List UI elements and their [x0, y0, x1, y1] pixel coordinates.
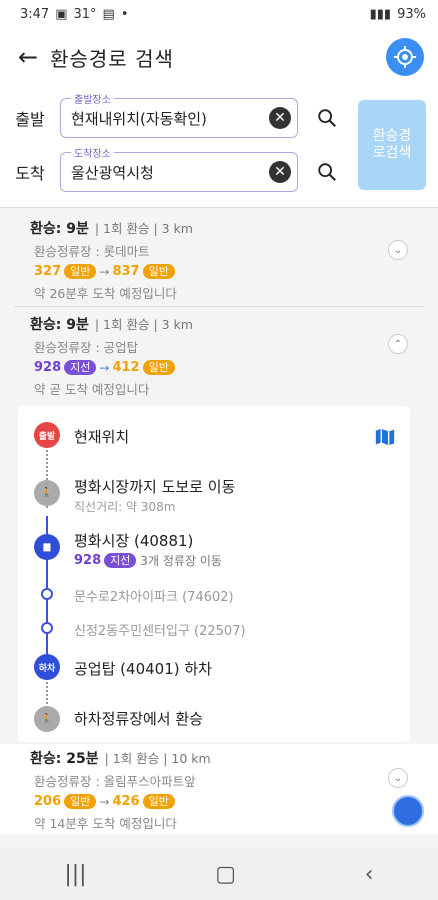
route-head: 환승: 25분 | 1회 환승 | 10 km [0, 744, 438, 768]
origin-name: 현재위치 [74, 428, 130, 446]
alight-badge: 하차 [38, 663, 56, 674]
route-card[interactable]: 환승: 25분 | 1회 환승 | 10 km 환승정류장 : 올림푸스아파트앞 … [0, 744, 438, 834]
route-list[interactable]: 환승: 9분 | 1회 환승 | 3 km 환승정류장 : 롯데마트 327 일반… [0, 208, 438, 848]
back-arrow-icon[interactable]: ← [18, 43, 38, 71]
search-panel: 출발 출발장소 현재내위치(자동확인) ✕ 도착 도착장소 울산광역시청 ✕ 환… [0, 86, 438, 208]
gallery-icon: ▣ [55, 6, 68, 22]
route-meta: | 1회 환승 | 10 km [104, 751, 211, 766]
transfer-stop: 환승정류장 : 공업탑 [34, 340, 139, 355]
route-time: 환승: 9분 [30, 317, 89, 333]
stops-count: 3개 정류장 이동 [140, 554, 222, 568]
bus-line: 327 일반 → 837 일반 [0, 263, 438, 280]
bus-number: 837 [112, 264, 140, 279]
signal-icon: ▮▮▮ [369, 6, 392, 22]
home-icon[interactable]: ▢ [215, 862, 236, 887]
stop-node [41, 588, 53, 600]
bus-type-badge: 일반 [142, 264, 175, 279]
expand-chevron-icon[interactable]: ⌄ [388, 768, 408, 788]
clear-origin-icon[interactable]: ✕ [269, 107, 291, 129]
status-bar: 3:47 ▣ 31° ▤ • ▮▮▮ 93% [0, 0, 438, 28]
bus-type-badge: 일반 [64, 794, 97, 809]
arrow-right-icon: → [99, 264, 110, 279]
bus-line: 206 일반 → 426 일반 [0, 793, 438, 810]
bus-number: 206 [34, 794, 62, 809]
map-icon[interactable] [374, 426, 396, 448]
notification-icon: ▤ [102, 6, 115, 22]
transfer-instruction: 하차정류장에서 환승 [74, 710, 203, 728]
crosshair-icon [394, 46, 416, 68]
transfer-stop: 환승정류장 : 롯데마트 [34, 244, 150, 259]
app-header: ← 환승경로 검색 [0, 28, 438, 86]
bus-type-badge: 일반 [142, 794, 175, 809]
destination-value: 울산광역시청 [71, 163, 154, 182]
eta-text: 약 14분후 도착 예정입니다 [34, 816, 177, 831]
walk-icon: 🚶 [34, 480, 60, 506]
route-time: 환승: 25분 [30, 751, 99, 767]
route-detail-panel: 출발 현재위치 🚶 평화시장까지 도보로 이동 직선거리: 약 308m ▆ 평… [18, 406, 410, 742]
clock: 3:47 [20, 6, 50, 22]
bus-number: 327 [34, 264, 62, 279]
bus-type-badge: 지선 [104, 553, 137, 568]
destination-row: 도착 도착장소 울산광역시청 ✕ [0, 145, 338, 192]
search-destination-icon[interactable] [316, 161, 338, 183]
boarding-bus-info: 928 지선 3개 정류장 이동 [74, 552, 222, 569]
origin-value: 현재내위치(자동확인) [71, 109, 207, 128]
origin-field-label: 출발장소 [71, 91, 114, 106]
bus-number: 928 [74, 553, 102, 568]
transfer-stop: 환승정류장 : 올림푸스아파트앞 [34, 774, 196, 789]
collapse-chevron-icon[interactable]: ⌃ [388, 334, 408, 354]
origin-label: 출발 [15, 110, 45, 129]
bus-number: 412 [112, 360, 140, 375]
route-head: 환승: 9분 | 1회 환승 | 3 km [0, 314, 438, 334]
page-title: 환승경로 검색 [50, 46, 174, 71]
route-card[interactable]: 환승: 9분 | 1회 환승 | 3 km 환승정류장 : 롯데마트 327 일반… [0, 218, 438, 308]
eta-text: 약 26분후 도착 예정입니다 [34, 286, 177, 301]
back-nav-icon[interactable]: ‹ [365, 862, 374, 887]
arrow-right-icon: → [99, 794, 110, 809]
bus-type-badge: 일반 [64, 264, 97, 279]
walk-instruction: 평화시장까지 도보로 이동 [74, 478, 236, 496]
route-time: 환승: 9분 [30, 221, 89, 237]
route-card[interactable]: 환승: 9분 | 1회 환승 | 3 km 환승정류장 : 공업탑 928 지선 … [0, 314, 438, 404]
bus-line: 928 지선 → 412 일반 [0, 359, 438, 376]
origin-badge: 출발 [38, 431, 56, 442]
alight-badge-icon: 하차 [34, 654, 60, 680]
stop-node [41, 622, 53, 634]
origin-pin-icon: 출발 [34, 422, 60, 448]
recent-apps-icon[interactable]: ||| [64, 862, 86, 887]
bus-icon: ▆ [34, 534, 60, 560]
route-meta: | 1회 환승 | 3 km [94, 221, 193, 236]
bus-type-badge: 일반 [142, 360, 175, 375]
destination-input[interactable]: 도착장소 울산광역시청 ✕ [60, 145, 298, 192]
expand-chevron-icon[interactable]: ⌄ [388, 240, 408, 260]
walk-icon: 🚶 [34, 706, 60, 732]
bus-type-badge: 지선 [64, 360, 97, 375]
dot-icon: • [120, 6, 129, 22]
bus-number: 928 [34, 360, 62, 375]
divider [14, 306, 424, 307]
route-meta: | 1회 환승 | 3 km [94, 317, 193, 332]
arrow-right-icon: → [99, 360, 110, 375]
eta-text: 약 곧 도착 예정입니다 [34, 382, 150, 397]
route-search-button[interactable]: 환승경로검색 [358, 100, 426, 190]
alight-stop: 공업탑 (40401) 하차 [74, 660, 212, 678]
origin-row: 출발 출발장소 현재내위치(자동확인) ✕ [0, 91, 338, 138]
destination-field-label: 도착장소 [71, 145, 114, 160]
destination-label: 도착 [15, 164, 45, 183]
compass-fab-button[interactable] [392, 795, 424, 827]
bus-number: 426 [112, 794, 140, 809]
search-origin-icon[interactable] [316, 107, 338, 129]
temperature: 31° [73, 6, 97, 22]
system-nav-bar: ||| ▢ ‹ [0, 848, 438, 900]
intermediate-stop: 문수로2차아이파크 (74602) [74, 590, 234, 605]
intermediate-stop: 신정2동주민센터입구 (22507) [74, 624, 246, 639]
origin-input[interactable]: 출발장소 현재내위치(자동확인) ✕ [60, 91, 298, 138]
boarding-stop: 평화시장 (40881) [74, 532, 194, 550]
battery-level: 93% [397, 6, 426, 22]
walk-distance: 직선거리: 약 308m [74, 500, 176, 514]
route-head: 환승: 9분 | 1회 환승 | 3 km [0, 218, 438, 238]
gps-locate-button[interactable] [386, 38, 424, 76]
clear-destination-icon[interactable]: ✕ [269, 161, 291, 183]
route-search-label: 환승경로검색 [372, 128, 412, 161]
